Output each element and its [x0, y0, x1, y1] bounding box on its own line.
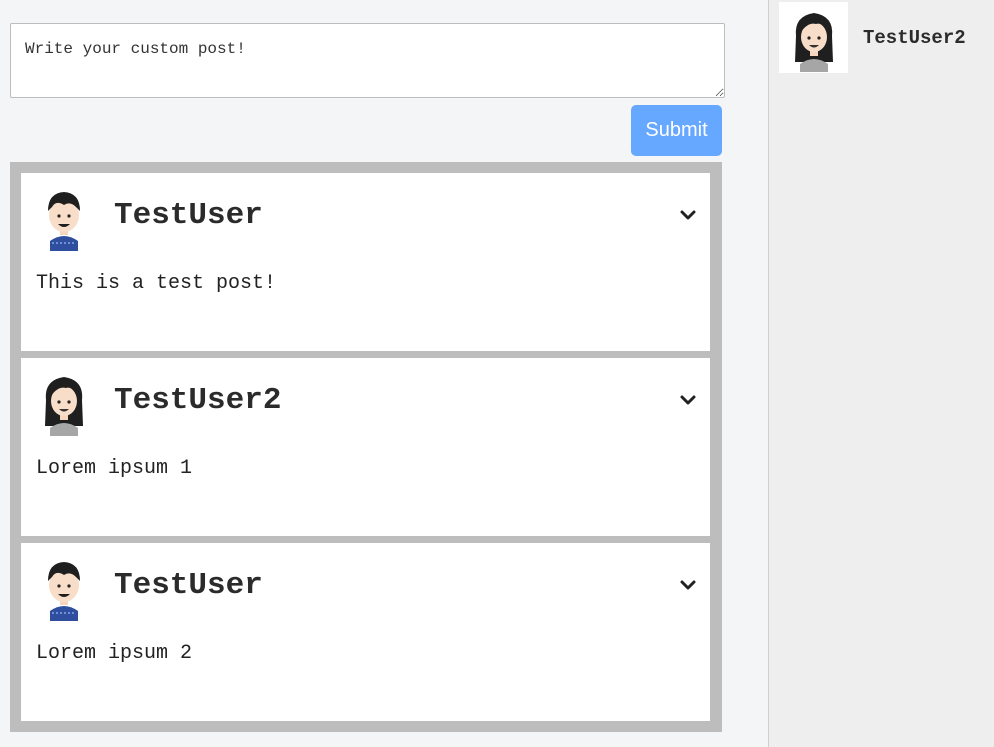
female-avatar-icon — [36, 368, 92, 436]
post-content: This is a test post! — [36, 272, 277, 295]
post-content: Lorem ipsum 2 — [36, 642, 193, 665]
user-sidebar: TestUser2 — [768, 0, 994, 747]
post-author-name: TestUser2 — [114, 383, 282, 418]
current-user-avatar[interactable] — [779, 2, 848, 73]
post-card: TestUser Lorem ipsum 2 — [21, 543, 710, 721]
post-composer-input[interactable] — [10, 23, 725, 98]
main-content: Submit TestUser — [0, 0, 768, 747]
post-card: TestUser2 Lorem ipsum 1 — [21, 358, 710, 536]
male-avatar-icon — [36, 553, 92, 621]
chevron-down-icon[interactable] — [680, 393, 696, 405]
current-user-name[interactable]: TestUser2 — [863, 27, 966, 49]
post-card: TestUser This is a test post! — [21, 173, 710, 351]
post-author-name: TestUser — [114, 568, 263, 603]
post-content: Lorem ipsum 1 — [36, 457, 193, 480]
submit-button[interactable]: Submit — [631, 105, 722, 156]
female-avatar-icon — [795, 13, 833, 72]
chevron-down-icon[interactable] — [680, 208, 696, 220]
post-feed: TestUser This is a test post! TestUser2 … — [10, 162, 722, 732]
male-avatar-icon — [36, 183, 92, 251]
post-author-name: TestUser — [114, 198, 263, 233]
chevron-down-icon[interactable] — [680, 578, 696, 590]
